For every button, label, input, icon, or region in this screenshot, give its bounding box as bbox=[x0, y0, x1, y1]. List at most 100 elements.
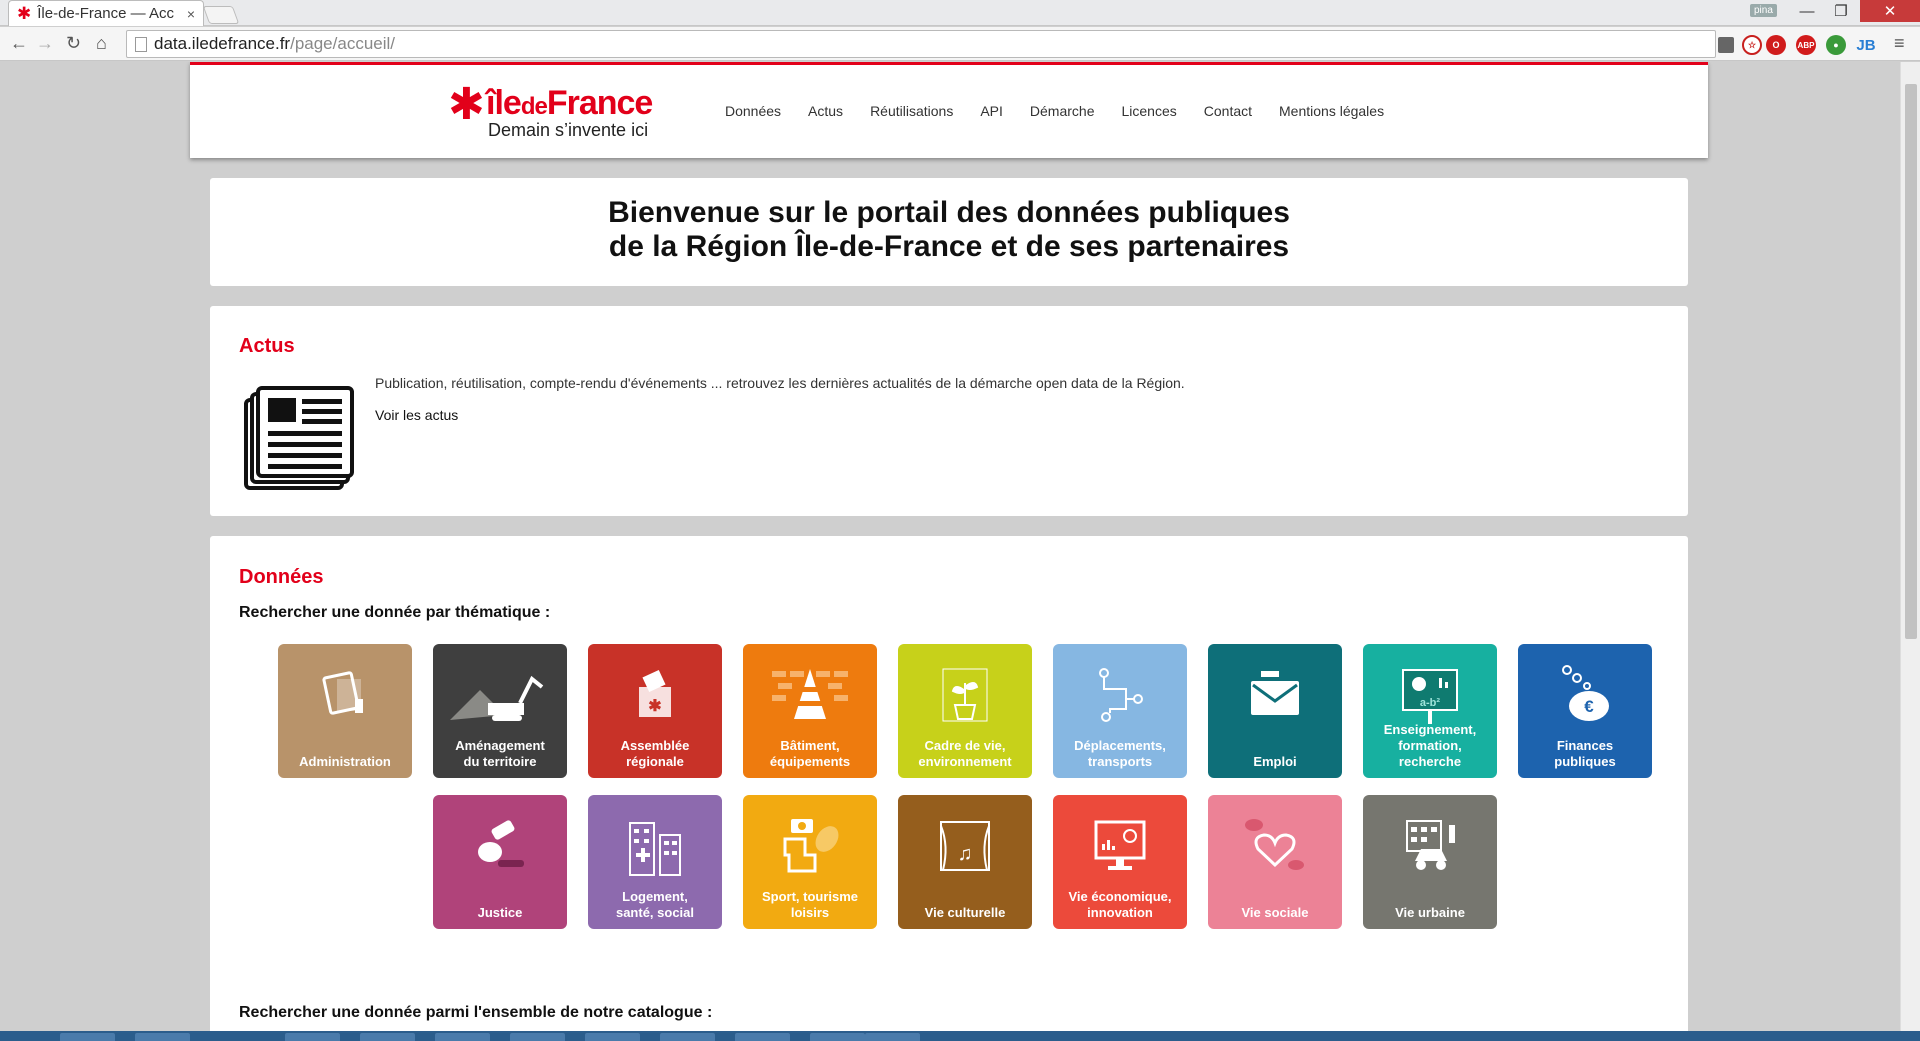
ballot-box-icon: ✱ bbox=[588, 664, 722, 726]
svg-text:♫: ♫ bbox=[958, 843, 973, 865]
documents-icon bbox=[278, 664, 412, 726]
taskbar-item[interactable] bbox=[60, 1033, 115, 1041]
profile-badge[interactable]: pina bbox=[1750, 4, 1777, 17]
taskbar-item[interactable] bbox=[135, 1033, 190, 1041]
window-close-icon[interactable]: ✕ bbox=[1860, 0, 1920, 22]
main-nav: Données Actus Réutilisations API Démarch… bbox=[725, 103, 1411, 119]
welcome-card: Bienvenue sur le portail des données pub… bbox=[210, 178, 1688, 286]
svg-text:✱: ✱ bbox=[648, 698, 661, 715]
theme-tile[interactable]: Vie économique, innovation bbox=[1053, 795, 1187, 929]
new-tab-button[interactable] bbox=[202, 6, 240, 24]
back-arrow-icon[interactable]: ← bbox=[10, 33, 28, 54]
taskbar-item[interactable] bbox=[510, 1033, 565, 1041]
os-taskbar bbox=[0, 1031, 1920, 1041]
star-bookmark-icon[interactable]: ☆ bbox=[1742, 35, 1762, 55]
theme-label: Logement, santé, social bbox=[615, 889, 695, 920]
taskbar-item[interactable] bbox=[360, 1033, 415, 1041]
actus-card: Actus Publication, réutilisation, compte… bbox=[210, 306, 1688, 516]
nav-contact[interactable]: Contact bbox=[1204, 103, 1252, 119]
theme-tile[interactable]: Déplacements, transports bbox=[1053, 644, 1187, 778]
svg-text:€: € bbox=[1584, 697, 1594, 716]
nav-actus[interactable]: Actus bbox=[808, 103, 843, 119]
nav-reutilisations[interactable]: Réutilisations bbox=[870, 103, 953, 119]
site-header: ✱ îledeFrance Demain s’invente ici Donné… bbox=[190, 62, 1708, 158]
buildings-icon bbox=[588, 815, 722, 877]
nav-demarche[interactable]: Démarche bbox=[1030, 103, 1095, 119]
theme-tile[interactable]: Justice bbox=[433, 795, 567, 929]
home-icon[interactable]: ⌂ bbox=[96, 33, 107, 54]
theme-tile[interactable]: Aménagement du territoire bbox=[433, 644, 567, 778]
see-actus-link[interactable]: Voir les actus bbox=[375, 407, 458, 423]
translate-icon[interactable] bbox=[1718, 37, 1734, 53]
nav-donnees[interactable]: Données bbox=[725, 103, 781, 119]
theme-label: Vie économique, innovation bbox=[1068, 889, 1172, 920]
taskbar-item[interactable] bbox=[810, 1033, 865, 1041]
theme-label: Cadre de vie, environnement bbox=[918, 738, 1012, 769]
nav-mentions-legales[interactable]: Mentions légales bbox=[1279, 103, 1384, 119]
catalogue-search-heading: Rechercher une donnée parmi l'ensemble d… bbox=[239, 1004, 713, 1021]
plant-icon bbox=[898, 664, 1032, 726]
camera-boot-icon bbox=[743, 815, 877, 877]
page-viewport: ✱ îledeFrance Demain s’invente ici Donné… bbox=[0, 62, 1900, 1031]
browser-tab[interactable]: ✱ Île-de-France — Acc × bbox=[8, 0, 204, 26]
taskbar-item[interactable] bbox=[865, 1033, 920, 1041]
monitor-idea-icon bbox=[1053, 815, 1187, 877]
theater-icon: ♫ bbox=[898, 815, 1032, 877]
vertical-scrollbar[interactable] bbox=[1900, 62, 1920, 1031]
logo-star-icon: ✱ bbox=[448, 80, 485, 129]
theme-tile[interactable]: Vie sociale bbox=[1208, 795, 1342, 929]
theme-label: Administration bbox=[299, 754, 391, 769]
piggy-bank-icon: € bbox=[1518, 664, 1652, 726]
actus-description: Publication, réutilisation, compte-rendu… bbox=[375, 375, 1185, 391]
theme-tile[interactable]: Vie urbaine bbox=[1363, 795, 1497, 929]
traffic-cone-icon bbox=[743, 664, 877, 726]
theme-label: Vie culturelle bbox=[924, 905, 1006, 920]
jetbrains-icon[interactable]: JB bbox=[1856, 35, 1876, 55]
theme-label: Finances publiques bbox=[1554, 738, 1616, 769]
maximize-icon[interactable]: ❐ bbox=[1822, 0, 1860, 22]
city-car-icon bbox=[1363, 815, 1497, 877]
theme-tile[interactable]: ✱ Assemblée régionale bbox=[588, 644, 722, 778]
page-title: Bienvenue sur le portail des données pub… bbox=[210, 196, 1688, 264]
theme-tile[interactable]: Sport, tourisme loisirs bbox=[743, 795, 877, 929]
blackboard-icon: a-b² bbox=[1363, 664, 1497, 726]
theme-tile[interactable]: Administration bbox=[278, 644, 412, 778]
theme-tile[interactable]: ♫ Vie culturelle bbox=[898, 795, 1032, 929]
evernote-icon[interactable]: ● bbox=[1826, 35, 1846, 55]
taskbar-item[interactable] bbox=[585, 1033, 640, 1041]
svg-text:a-b²: a-b² bbox=[1420, 697, 1441, 709]
browser-toolbar: ← → ↻ ⌂ data.iledefrance.fr/page/accueil… bbox=[0, 27, 1920, 61]
forward-arrow-icon[interactable]: → bbox=[36, 33, 54, 54]
donnees-title: Données bbox=[239, 566, 324, 588]
theme-tile[interactable]: Cadre de vie, environnement bbox=[898, 644, 1032, 778]
newspaper-icon bbox=[244, 386, 354, 490]
address-bar[interactable]: data.iledefrance.fr/page/accueil/ bbox=[126, 30, 1716, 58]
minimize-icon[interactable]: — bbox=[1788, 0, 1826, 22]
adblock-icon[interactable]: ABP bbox=[1796, 35, 1816, 55]
logo-brand: îledeFrance bbox=[486, 84, 653, 122]
theme-tile[interactable]: Emploi bbox=[1208, 644, 1342, 778]
actus-title: Actus bbox=[239, 335, 295, 357]
taskbar-item[interactable] bbox=[435, 1033, 490, 1041]
tab-close-icon[interactable]: × bbox=[187, 6, 195, 22]
opera-extension-icon[interactable]: O bbox=[1766, 35, 1786, 55]
menu-icon[interactable]: ≡ bbox=[1894, 33, 1905, 54]
taskbar-item[interactable] bbox=[285, 1033, 340, 1041]
theme-label: Aménagement du territoire bbox=[455, 738, 545, 769]
taskbar-item[interactable] bbox=[660, 1033, 715, 1041]
donnees-card: Données Rechercher une donnée par thémat… bbox=[210, 536, 1688, 1031]
nav-api[interactable]: API bbox=[980, 103, 1003, 119]
theme-tile[interactable]: Logement, santé, social bbox=[588, 795, 722, 929]
reload-icon[interactable]: ↻ bbox=[66, 33, 81, 54]
theme-tile[interactable]: € Finances publiques bbox=[1518, 644, 1652, 778]
theme-tile[interactable]: Bâtiment, équipements bbox=[743, 644, 877, 778]
theme-tile[interactable]: a-b² Enseignement, formation, recherche bbox=[1363, 644, 1497, 778]
tab-title: Île-de-France — Acc bbox=[37, 5, 174, 22]
theme-label: Vie sociale bbox=[1241, 905, 1309, 920]
logo-tagline: Demain s’invente ici bbox=[488, 120, 649, 140]
site-logo[interactable]: ✱ îledeFrance Demain s’invente ici bbox=[448, 80, 678, 145]
scrollbar-thumb[interactable] bbox=[1905, 84, 1917, 639]
theme-label: Justice bbox=[477, 905, 523, 920]
nav-licences[interactable]: Licences bbox=[1122, 103, 1177, 119]
taskbar-item[interactable] bbox=[735, 1033, 790, 1041]
